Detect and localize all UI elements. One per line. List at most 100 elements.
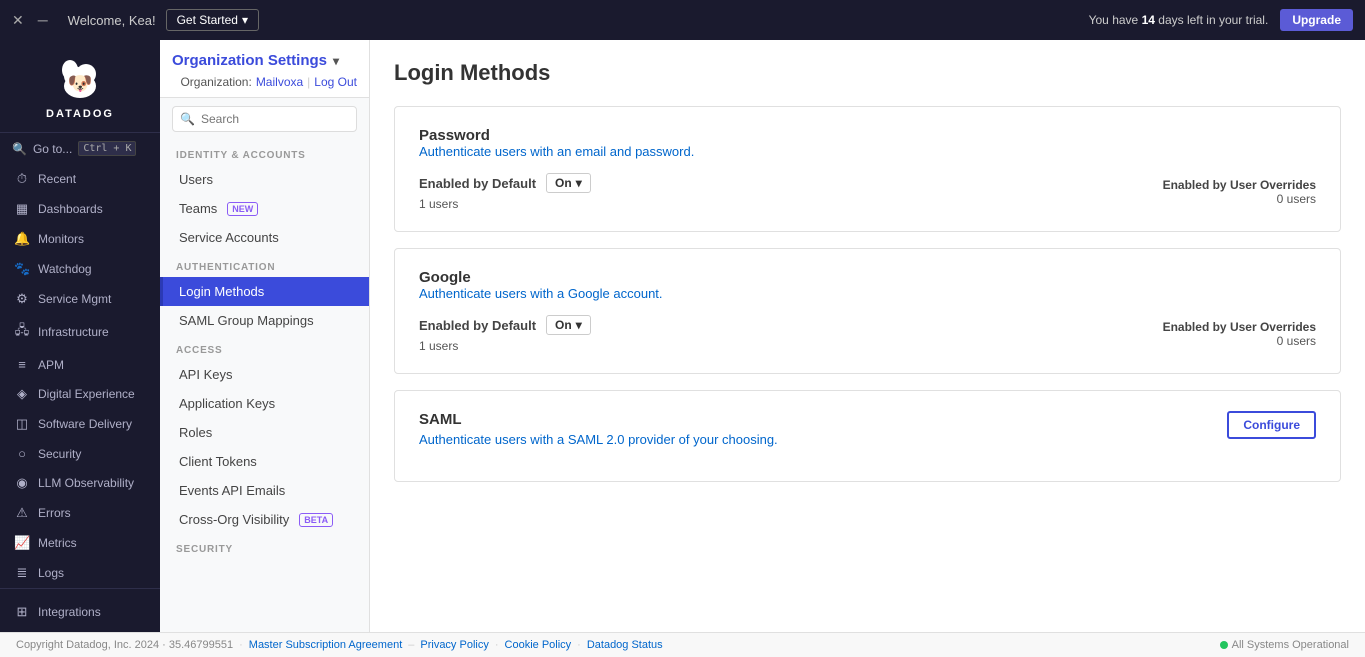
trial-info: You have 14 days left in your trial. Upg… [1089, 9, 1353, 31]
google-left: Enabled by Default On ▾ 1 users [419, 315, 591, 353]
trial-text: You have 14 days left in your trial. [1089, 13, 1269, 27]
google-card: Google Authenticate users with a Google … [394, 248, 1341, 374]
status-dot [1220, 641, 1228, 649]
upgrade-button[interactable]: Upgrade [1280, 9, 1353, 31]
google-overrides: Enabled by User Overrides 0 users [1163, 320, 1316, 348]
nav-metrics[interactable]: 📈 Metrics [0, 528, 160, 558]
sidebar-bottom: ⊞ Integrations ⊡ Screen Share K keahall@… [0, 588, 160, 632]
datadog-logo: 🐶 [56, 56, 104, 104]
nav-apm[interactable]: ≡ APM [0, 350, 160, 379]
nav-users[interactable]: Users [160, 165, 369, 194]
search-icon: 🔍 [180, 112, 195, 126]
google-header: Google Authenticate users with a Google … [419, 269, 1316, 301]
nav-api-keys[interactable]: API Keys [160, 360, 369, 389]
nav-cross-org[interactable]: Cross-Org Visibility BETA [160, 505, 369, 534]
nav-saml-group-mappings[interactable]: SAML Group Mappings [160, 306, 369, 335]
badge-new: NEW [227, 202, 258, 216]
nav-client-tokens[interactable]: Client Tokens [160, 447, 369, 476]
secondary-nav: IDENTITY & ACCOUNTS Users Teams NEW Serv… [160, 140, 369, 632]
logs-icon: ≣ [14, 565, 30, 581]
nav-digital-experience[interactable]: ◈ Digital Experience [0, 379, 160, 409]
copyright-text: Copyright Datadog, Inc. 2024 · 35.467995… [16, 639, 233, 651]
org-label: Organization: [180, 75, 251, 89]
nav-llm[interactable]: ◉ LLM Observability [0, 468, 160, 498]
password-enabled-row: Enabled by Default On ▾ [419, 173, 591, 193]
security-icon: ○ [14, 446, 30, 461]
nav-logs[interactable]: ≣ Logs [0, 558, 160, 588]
badge-beta: BETA [299, 513, 333, 527]
google-name: Google [419, 269, 1316, 286]
password-footer: Enabled by Default On ▾ 1 users Enabled … [419, 173, 1316, 211]
saml-left: SAML Authenticate users with a SAML 2.0 … [419, 411, 778, 461]
digital-experience-icon: ◈ [14, 386, 30, 402]
close-icon[interactable]: ✕ [12, 12, 24, 29]
saml-card: SAML Authenticate users with a SAML 2.0 … [394, 390, 1341, 482]
nav-login-methods[interactable]: Login Methods [160, 277, 369, 306]
footer-link-status[interactable]: Datadog Status [587, 639, 663, 651]
brand-name: DATADOG [46, 108, 114, 120]
minimize-icon[interactable]: ─ [38, 12, 48, 28]
search-box: 🔍 [172, 106, 357, 132]
footer-link-cookie[interactable]: Cookie Policy [505, 639, 572, 651]
nav-roles[interactable]: Roles [160, 418, 369, 447]
configure-button[interactable]: Configure [1227, 411, 1316, 439]
recent-icon: ⏱ [14, 171, 30, 187]
goto-nav[interactable]: 🔍 Go to... Ctrl + K [0, 133, 160, 164]
google-footer: Enabled by Default On ▾ 1 users Enabled … [419, 315, 1316, 353]
secondary-sidebar: Organization Settings ▾ Organization: Ma… [160, 40, 370, 632]
footer: Copyright Datadog, Inc. 2024 · 35.467995… [0, 632, 1365, 657]
dashboards-icon: ▦ [14, 201, 30, 217]
password-overrides: Enabled by User Overrides 0 users [1163, 178, 1316, 206]
secondary-header: Organization Settings ▾ Organization: Ma… [160, 40, 369, 98]
password-desc: Authenticate users with an email and pas… [419, 144, 1316, 159]
page-title: Login Methods [394, 60, 1341, 86]
password-header: Password Authenticate users with an emai… [419, 127, 1316, 159]
left-sidebar: 🐶 DATADOG 🔍 Go to... Ctrl + K ⏱ Recent ▦… [0, 40, 160, 632]
password-enabled-dropdown[interactable]: On ▾ [546, 173, 591, 193]
chevron-down-icon: ▾ [576, 176, 582, 190]
llm-icon: ◉ [14, 475, 30, 491]
footer-link-msa[interactable]: Master Subscription Agreement [249, 639, 402, 651]
section-access: ACCESS [160, 335, 369, 360]
saml-name: SAML [419, 411, 778, 428]
nav-infrastructure[interactable]: 🖧 Infrastructure [0, 314, 160, 350]
apm-icon: ≡ [14, 357, 30, 372]
search-input[interactable] [172, 106, 357, 132]
footer-status: All Systems Operational [1220, 639, 1349, 651]
watchdog-icon: 🐾 [14, 261, 30, 277]
org-settings-title[interactable]: Organization Settings ▾ [172, 52, 339, 69]
nav-application-keys[interactable]: Application Keys [160, 389, 369, 418]
nav-security[interactable]: ○ Security [0, 439, 160, 468]
section-identity: IDENTITY & ACCOUNTS [160, 140, 369, 165]
nav-service-accounts[interactable]: Service Accounts [160, 223, 369, 252]
welcome-text: Welcome, Kea! [68, 13, 156, 28]
nav-service-mgmt[interactable]: ⚙ Service Mgmt [0, 284, 160, 314]
footer-link-privacy[interactable]: Privacy Policy [420, 639, 488, 651]
service-mgmt-icon: ⚙ [14, 291, 30, 307]
password-user-count: 1 users [419, 197, 591, 211]
nav-monitors[interactable]: 🔔 Monitors [0, 224, 160, 254]
google-enabled-row: Enabled by Default On ▾ [419, 315, 591, 335]
section-security: SECURITY [160, 534, 369, 559]
integrations-icon: ⊞ [14, 604, 30, 620]
nav-errors[interactable]: ⚠ Errors [0, 498, 160, 528]
svg-text:🐶: 🐶 [68, 73, 93, 95]
nav-teams[interactable]: Teams NEW [160, 194, 369, 223]
nav-watchdog[interactable]: 🐾 Watchdog [0, 254, 160, 284]
google-user-count: 1 users [419, 339, 591, 353]
password-left: Enabled by Default On ▾ 1 users [419, 173, 591, 211]
nav-events-api-emails[interactable]: Events API Emails [160, 476, 369, 505]
logout-link[interactable]: Log Out [314, 75, 357, 89]
nav-recent[interactable]: ⏱ Recent [0, 164, 160, 194]
nav-software-delivery[interactable]: ◫ Software Delivery [0, 409, 160, 439]
logo-area: 🐶 DATADOG [0, 40, 160, 133]
nav-integrations[interactable]: ⊞ Integrations [0, 597, 160, 627]
main-content: Login Methods Password Authenticate user… [370, 40, 1365, 632]
password-name: Password [419, 127, 1316, 144]
search-icon: 🔍 [12, 142, 27, 156]
google-enabled-dropdown[interactable]: On ▾ [546, 315, 591, 335]
metrics-icon: 📈 [14, 535, 30, 551]
get-started-button[interactable]: Get Started ▾ [166, 9, 259, 31]
nav-dashboards[interactable]: ▦ Dashboards [0, 194, 160, 224]
software-delivery-icon: ◫ [14, 416, 30, 432]
